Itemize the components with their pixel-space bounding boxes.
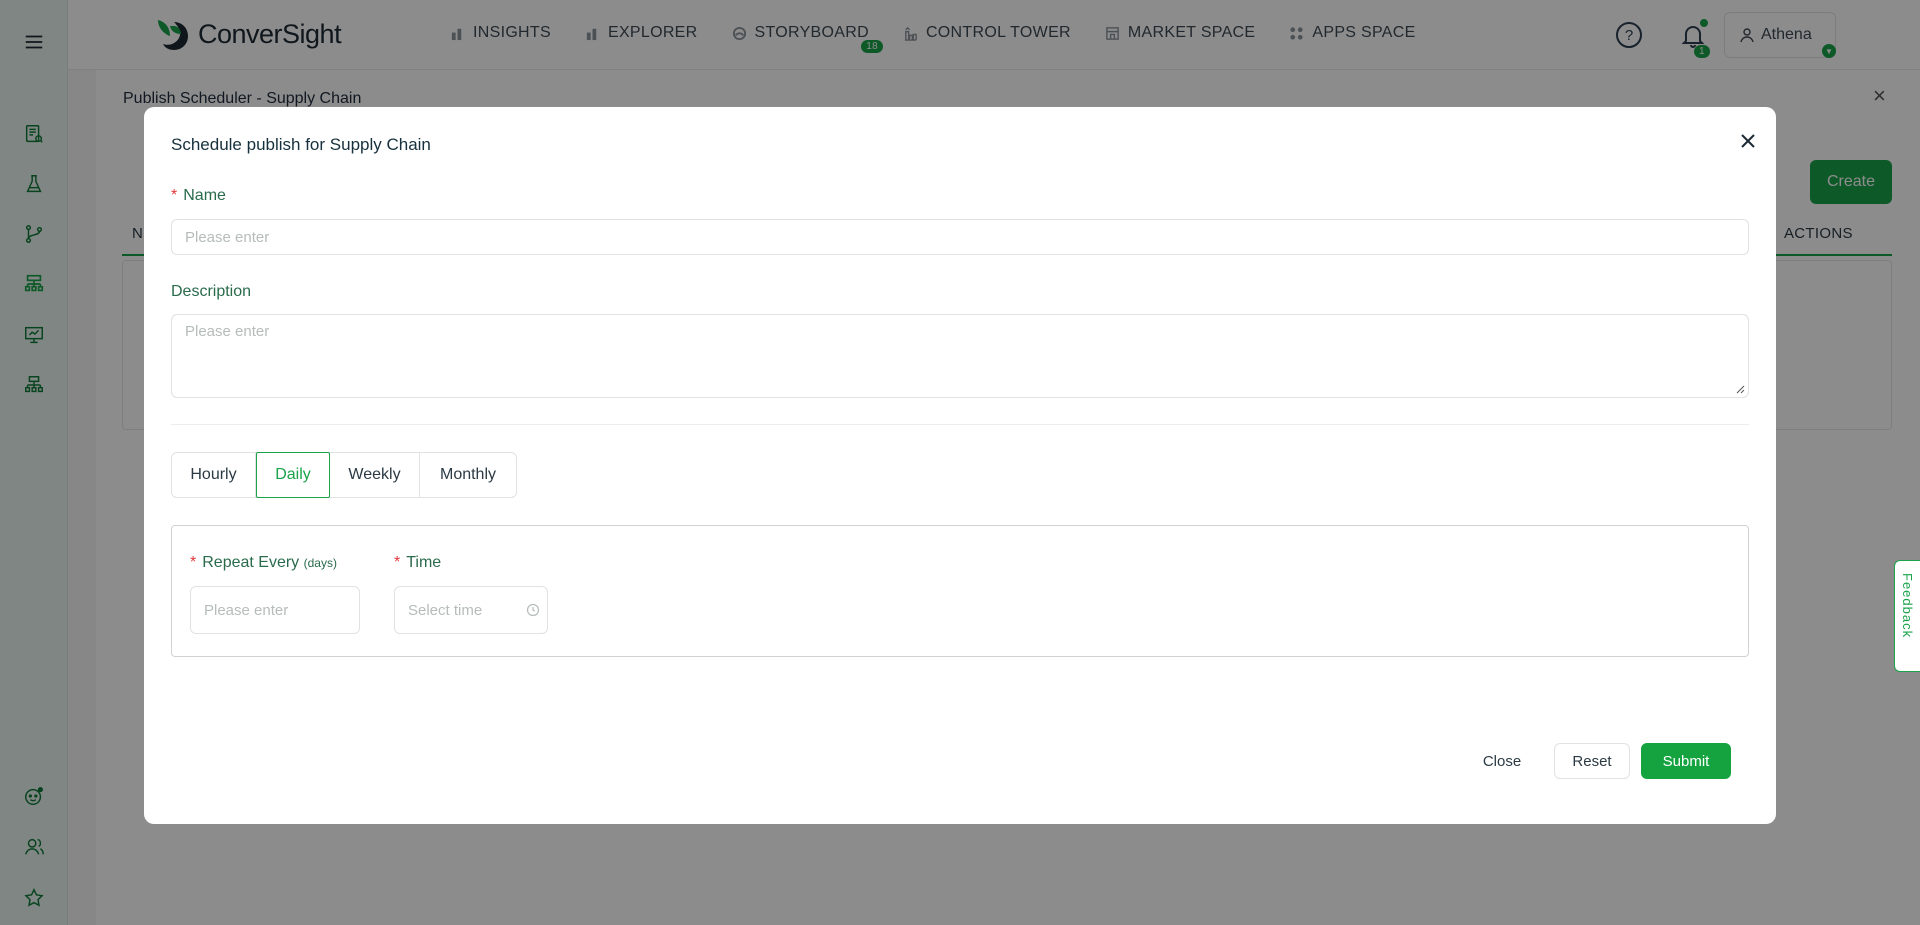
submit-button[interactable]: Submit (1641, 743, 1731, 779)
time-label: * Time (394, 554, 441, 572)
repeat-every-label-text: Repeat Every (202, 554, 300, 571)
modal-title: Schedule publish for Supply Chain (171, 135, 431, 154)
required-marker: * (394, 554, 401, 571)
frequency-option-weekly[interactable]: Weekly (330, 453, 420, 497)
resize-grip-icon[interactable] (1735, 384, 1745, 394)
feedback-label: Feedback (1900, 573, 1915, 639)
clock-icon[interactable] (526, 603, 540, 617)
name-field[interactable] (171, 219, 1749, 255)
description-field[interactable] (171, 314, 1749, 398)
name-label-text: Name (183, 187, 226, 204)
repeat-every-label: * Repeat Every (days) (190, 554, 337, 572)
frequency-option-daily[interactable]: Daily (256, 452, 330, 498)
divider (171, 424, 1749, 425)
repeat-every-unit-hint: (days) (303, 556, 337, 570)
close-icon[interactable] (1736, 129, 1760, 153)
required-marker: * (190, 554, 197, 571)
reset-button[interactable]: Reset (1554, 743, 1630, 779)
schedule-settings-panel: * Repeat Every (days) * Time (171, 525, 1749, 657)
time-picker-input[interactable] (394, 586, 548, 634)
name-label: * Name (171, 187, 226, 205)
repeat-every-input[interactable] (190, 586, 360, 634)
frequency-option-monthly[interactable]: Monthly (420, 453, 516, 497)
time-label-text: Time (406, 554, 442, 571)
frequency-segmented-control: Hourly Daily Weekly Monthly (171, 452, 517, 498)
schedule-publish-modal: Schedule publish for Supply Chain * Name … (144, 107, 1776, 824)
close-button[interactable]: Close (1474, 743, 1530, 779)
description-label: Description (171, 283, 252, 300)
required-marker: * (171, 187, 178, 204)
feedback-tab[interactable]: Feedback (1894, 560, 1920, 672)
frequency-option-hourly[interactable]: Hourly (172, 453, 256, 497)
